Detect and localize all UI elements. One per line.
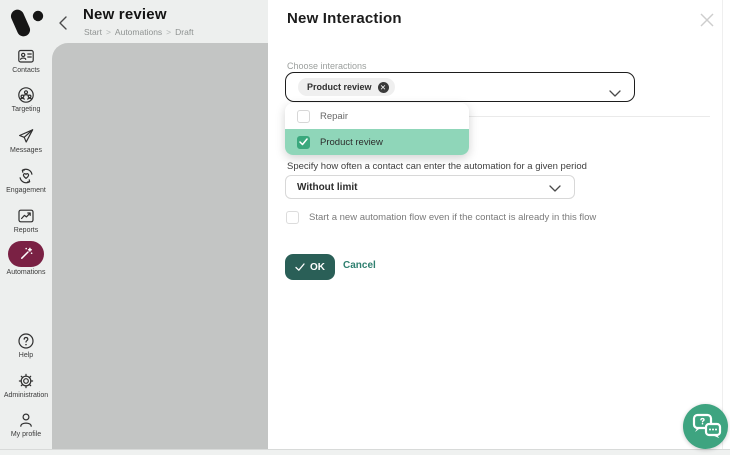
- sidebar-item-contacts[interactable]: Contacts: [0, 47, 52, 74]
- window-bottom-edge: [0, 449, 730, 455]
- selected-tag-label: Product review: [307, 82, 372, 92]
- sidebar-item-label: Messages: [10, 147, 42, 154]
- breadcrumb: Start > Automations > Draft: [84, 27, 194, 37]
- app-window: New Interaction Choose interactions Prod…: [0, 0, 730, 455]
- restart-flow-label: Start a new automation flow even if the …: [309, 212, 597, 223]
- frequency-value: Without limit: [297, 181, 358, 193]
- sidebar-item-label: Administration: [3, 392, 49, 399]
- checkbox-unchecked[interactable]: [297, 109, 310, 123]
- sidebar-item-label: Targeting: [11, 106, 41, 113]
- checkbox-checked[interactable]: [297, 135, 310, 149]
- frequency-label: Specify how often a contact can enter th…: [287, 161, 587, 172]
- paper-plane-icon: [19, 129, 34, 143]
- dropdown-option-label: Product review: [320, 136, 383, 148]
- active-item-pill: [8, 241, 44, 267]
- sidebar-item-automations[interactable]: Automations: [0, 241, 52, 276]
- brand-logo[interactable]: [8, 8, 44, 40]
- breadcrumb-separator: >: [105, 27, 111, 37]
- sidebar-item-label: Help: [18, 352, 34, 359]
- breadcrumb-start[interactable]: Start: [84, 27, 102, 37]
- sidebar-item-label: My profile: [10, 431, 42, 438]
- person-icon: [20, 413, 32, 427]
- sidebar-item-my-profile[interactable]: My profile: [0, 411, 52, 438]
- chevron-down-icon: [549, 185, 561, 196]
- sidebar-item-label: Automations: [6, 269, 46, 276]
- chat-bubbles-icon: [692, 413, 722, 439]
- choose-interactions-label: Choose interactions: [287, 61, 367, 71]
- magic-wand-icon: [21, 247, 33, 259]
- sidebar-item-targeting[interactable]: Targeting: [0, 86, 52, 113]
- dialog-title: New Interaction: [287, 10, 402, 27]
- sidebar-item-help[interactable]: Help: [0, 332, 52, 359]
- page-title: New review: [83, 6, 167, 23]
- gear-icon: [18, 373, 34, 389]
- ok-button[interactable]: OK: [285, 254, 335, 280]
- close-icon[interactable]: [698, 11, 716, 29]
- back-button[interactable]: [56, 15, 70, 31]
- dropdown-option-product-review[interactable]: Product review: [285, 129, 469, 155]
- remove-tag-icon[interactable]: ✕: [377, 81, 389, 93]
- new-interaction-dialog: New Interaction Choose interactions Prod…: [268, 0, 730, 449]
- automation-canvas: [52, 43, 268, 449]
- restart-flow-checkbox-row[interactable]: Start a new automation flow even if the …: [286, 211, 596, 224]
- dropdown-option-label: Repair: [320, 110, 348, 122]
- frequency-select[interactable]: Without limit: [285, 175, 575, 199]
- check-icon: [295, 262, 305, 271]
- sidebar-item-label: Contacts: [12, 67, 40, 74]
- sidebar-item-administration[interactable]: Administration: [0, 372, 52, 399]
- chevron-down-icon: [609, 85, 621, 103]
- contact-card-icon: [18, 49, 34, 63]
- cancel-button[interactable]: Cancel: [343, 260, 376, 271]
- dropdown-option-repair[interactable]: Repair: [285, 103, 469, 129]
- selected-tag: Product review ✕: [298, 78, 395, 96]
- panel-edge-divider: [722, 0, 723, 449]
- ok-button-label: OK: [310, 261, 325, 273]
- sidebar-item-engagement[interactable]: Engagement: [0, 167, 52, 194]
- checkbox-unchecked[interactable]: [286, 211, 299, 224]
- audience-circle-icon: [18, 87, 34, 103]
- breadcrumb-draft[interactable]: Draft: [175, 27, 193, 37]
- support-chat-button[interactable]: [683, 404, 728, 449]
- sidebar-item-reports[interactable]: Reports: [0, 207, 52, 234]
- interactions-dropdown: Repair Product review: [285, 103, 469, 155]
- sidebar-item-label: Reports: [13, 227, 39, 234]
- sidebar-item-messages[interactable]: Messages: [0, 127, 52, 154]
- question-circle-icon: [18, 333, 34, 349]
- sidebar-item-label: Engagement: [6, 187, 46, 194]
- breadcrumb-separator: >: [166, 27, 172, 37]
- heart-cycle-icon: [19, 168, 33, 184]
- breadcrumb-automations[interactable]: Automations: [115, 27, 162, 37]
- interactions-multiselect[interactable]: Product review ✕: [285, 72, 635, 102]
- chart-report-icon: [18, 209, 34, 223]
